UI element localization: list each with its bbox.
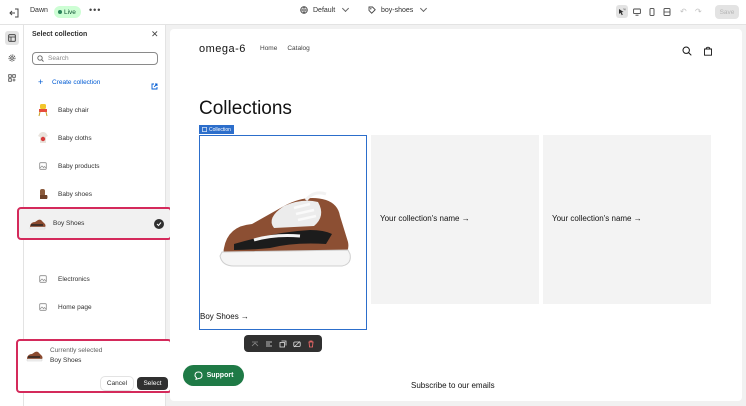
fullscreen-icon xyxy=(663,7,671,16)
chevron-down-icon xyxy=(420,4,428,13)
exit-icon[interactable] xyxy=(8,6,20,18)
redo-icon[interactable]: ↷ xyxy=(695,7,702,16)
list-item[interactable]: Baby cloths xyxy=(32,125,164,151)
cancel-button[interactable]: Cancel xyxy=(101,377,133,390)
template-selector[interactable]: Default xyxy=(300,4,350,14)
subscribe-heading: Subscribe to our emails xyxy=(411,381,495,390)
section-icon xyxy=(202,127,207,132)
template-label: Default xyxy=(313,6,336,14)
collection-card-placeholder[interactable]: Your collection's name → xyxy=(371,135,539,304)
mobile-icon xyxy=(649,7,655,16)
theme-name: Dawn xyxy=(30,7,48,14)
currently-selected-label: Currently selected xyxy=(50,347,103,354)
more-actions-button[interactable]: ••• xyxy=(89,5,101,15)
nav-item-home[interactable]: Home xyxy=(260,45,277,52)
baby-shoes-thumbnail xyxy=(36,187,50,201)
collection-card-placeholder[interactable]: Your collection's name → xyxy=(543,135,711,304)
page-label: boy-shoes xyxy=(381,6,414,14)
store-preview: omega-6 Home Catalog Collections Collect… xyxy=(170,29,742,401)
top-bar: Dawn Live ••• Default boy-shoes ↶ ↷ Save xyxy=(0,0,746,25)
apps-icon xyxy=(8,74,16,82)
collection-tag-label: Collection xyxy=(209,126,231,133)
list-item[interactable]: Electronics xyxy=(32,266,164,292)
list-item-label: Baby cloths xyxy=(58,134,92,142)
reorder-icon[interactable] xyxy=(265,340,273,348)
block-toolbar xyxy=(244,335,322,352)
collection-card-title[interactable]: Boy Shoes → xyxy=(200,312,249,321)
view-tools xyxy=(616,5,673,18)
sections-rail-button[interactable] xyxy=(5,31,19,45)
page-title: Collections xyxy=(199,98,292,119)
create-collection-label: Create collection xyxy=(52,78,101,86)
search-input[interactable]: Search xyxy=(32,52,158,65)
collection-card-boy-shoes[interactable]: Boy Shoes → xyxy=(199,135,367,330)
boy-shoes-thumbnail xyxy=(29,217,47,231)
desktop-view-button[interactable] xyxy=(631,5,643,18)
duplicate-icon[interactable] xyxy=(279,340,287,348)
inspector-tool-button[interactable] xyxy=(616,5,628,18)
plus-icon: + xyxy=(38,77,44,87)
collection-card-title[interactable]: Your collection's name → xyxy=(380,214,470,223)
nav-item-catalog[interactable]: Catalog xyxy=(287,45,309,52)
currently-selected-name: Boy Shoes xyxy=(50,357,82,364)
collection-section-tag: Collection xyxy=(199,125,234,134)
list-item[interactable]: Home page xyxy=(32,294,164,320)
desktop-icon xyxy=(633,8,641,16)
checkmark-icon xyxy=(154,219,164,229)
image-placeholder-icon xyxy=(36,272,50,286)
list-item-label: Baby shoes xyxy=(58,190,92,198)
save-button[interactable]: Save xyxy=(715,5,739,19)
mobile-view-button[interactable] xyxy=(646,5,658,18)
trash-icon[interactable] xyxy=(307,340,315,348)
undo-icon[interactable]: ↶ xyxy=(680,7,687,16)
list-item-selected[interactable]: Boy Shoes xyxy=(17,207,172,240)
list-item[interactable]: Baby chair xyxy=(32,97,164,123)
search-icon xyxy=(37,55,44,62)
list-item-label: Home page xyxy=(58,303,92,311)
status-dot-icon xyxy=(58,10,62,14)
live-badge-label: Live xyxy=(64,8,76,16)
store-logo[interactable]: omega-6 xyxy=(199,43,246,55)
page-selector[interactable]: boy-shoes xyxy=(368,4,428,14)
sections-icon xyxy=(8,34,16,42)
support-button[interactable]: Support xyxy=(183,365,244,386)
cart-icon[interactable] xyxy=(703,43,713,56)
currently-selected-footer: Currently selected Boy Shoes Cancel Sele… xyxy=(16,339,172,393)
create-collection-link[interactable]: + Create collection xyxy=(38,77,100,87)
gear-icon xyxy=(8,54,16,62)
settings-rail-button[interactable] xyxy=(5,51,19,65)
list-item[interactable]: Baby products xyxy=(32,153,164,179)
cursor-icon xyxy=(619,8,626,15)
globe-icon xyxy=(300,6,308,14)
collection-card-title[interactable]: Your collection's name → xyxy=(552,214,642,223)
tag-icon xyxy=(368,6,376,14)
support-label: Support xyxy=(206,372,234,379)
panel-title: Select collection xyxy=(32,31,88,38)
apps-rail-button[interactable] xyxy=(5,71,19,85)
chevron-down-icon xyxy=(342,4,350,13)
chat-bubble-icon xyxy=(194,371,203,380)
live-badge: Live xyxy=(54,6,81,18)
boy-shoes-image xyxy=(219,191,351,267)
select-button[interactable]: Select xyxy=(137,377,168,390)
image-placeholder-icon xyxy=(36,300,50,314)
list-item[interactable]: Baby shoes xyxy=(32,181,164,207)
hide-icon[interactable] xyxy=(293,340,301,348)
move-up-icon[interactable] xyxy=(251,340,259,348)
baby-cloths-thumbnail xyxy=(36,131,50,145)
store-nav: Home Catalog xyxy=(260,45,310,52)
baby-chair-thumbnail xyxy=(36,103,50,117)
close-icon[interactable]: ✕ xyxy=(151,29,159,40)
fullscreen-view-button[interactable] xyxy=(661,5,673,18)
external-link-icon[interactable] xyxy=(151,77,158,90)
image-placeholder-icon xyxy=(36,159,50,173)
boy-shoes-thumbnail xyxy=(26,349,44,363)
list-item-label: Baby chair xyxy=(58,106,89,114)
search-icon[interactable] xyxy=(682,43,692,56)
list-item-label: Baby products xyxy=(58,162,100,170)
search-placeholder: Search xyxy=(48,55,69,62)
list-item-label: Electronics xyxy=(58,275,90,283)
list-item-label: Boy Shoes xyxy=(53,220,85,227)
